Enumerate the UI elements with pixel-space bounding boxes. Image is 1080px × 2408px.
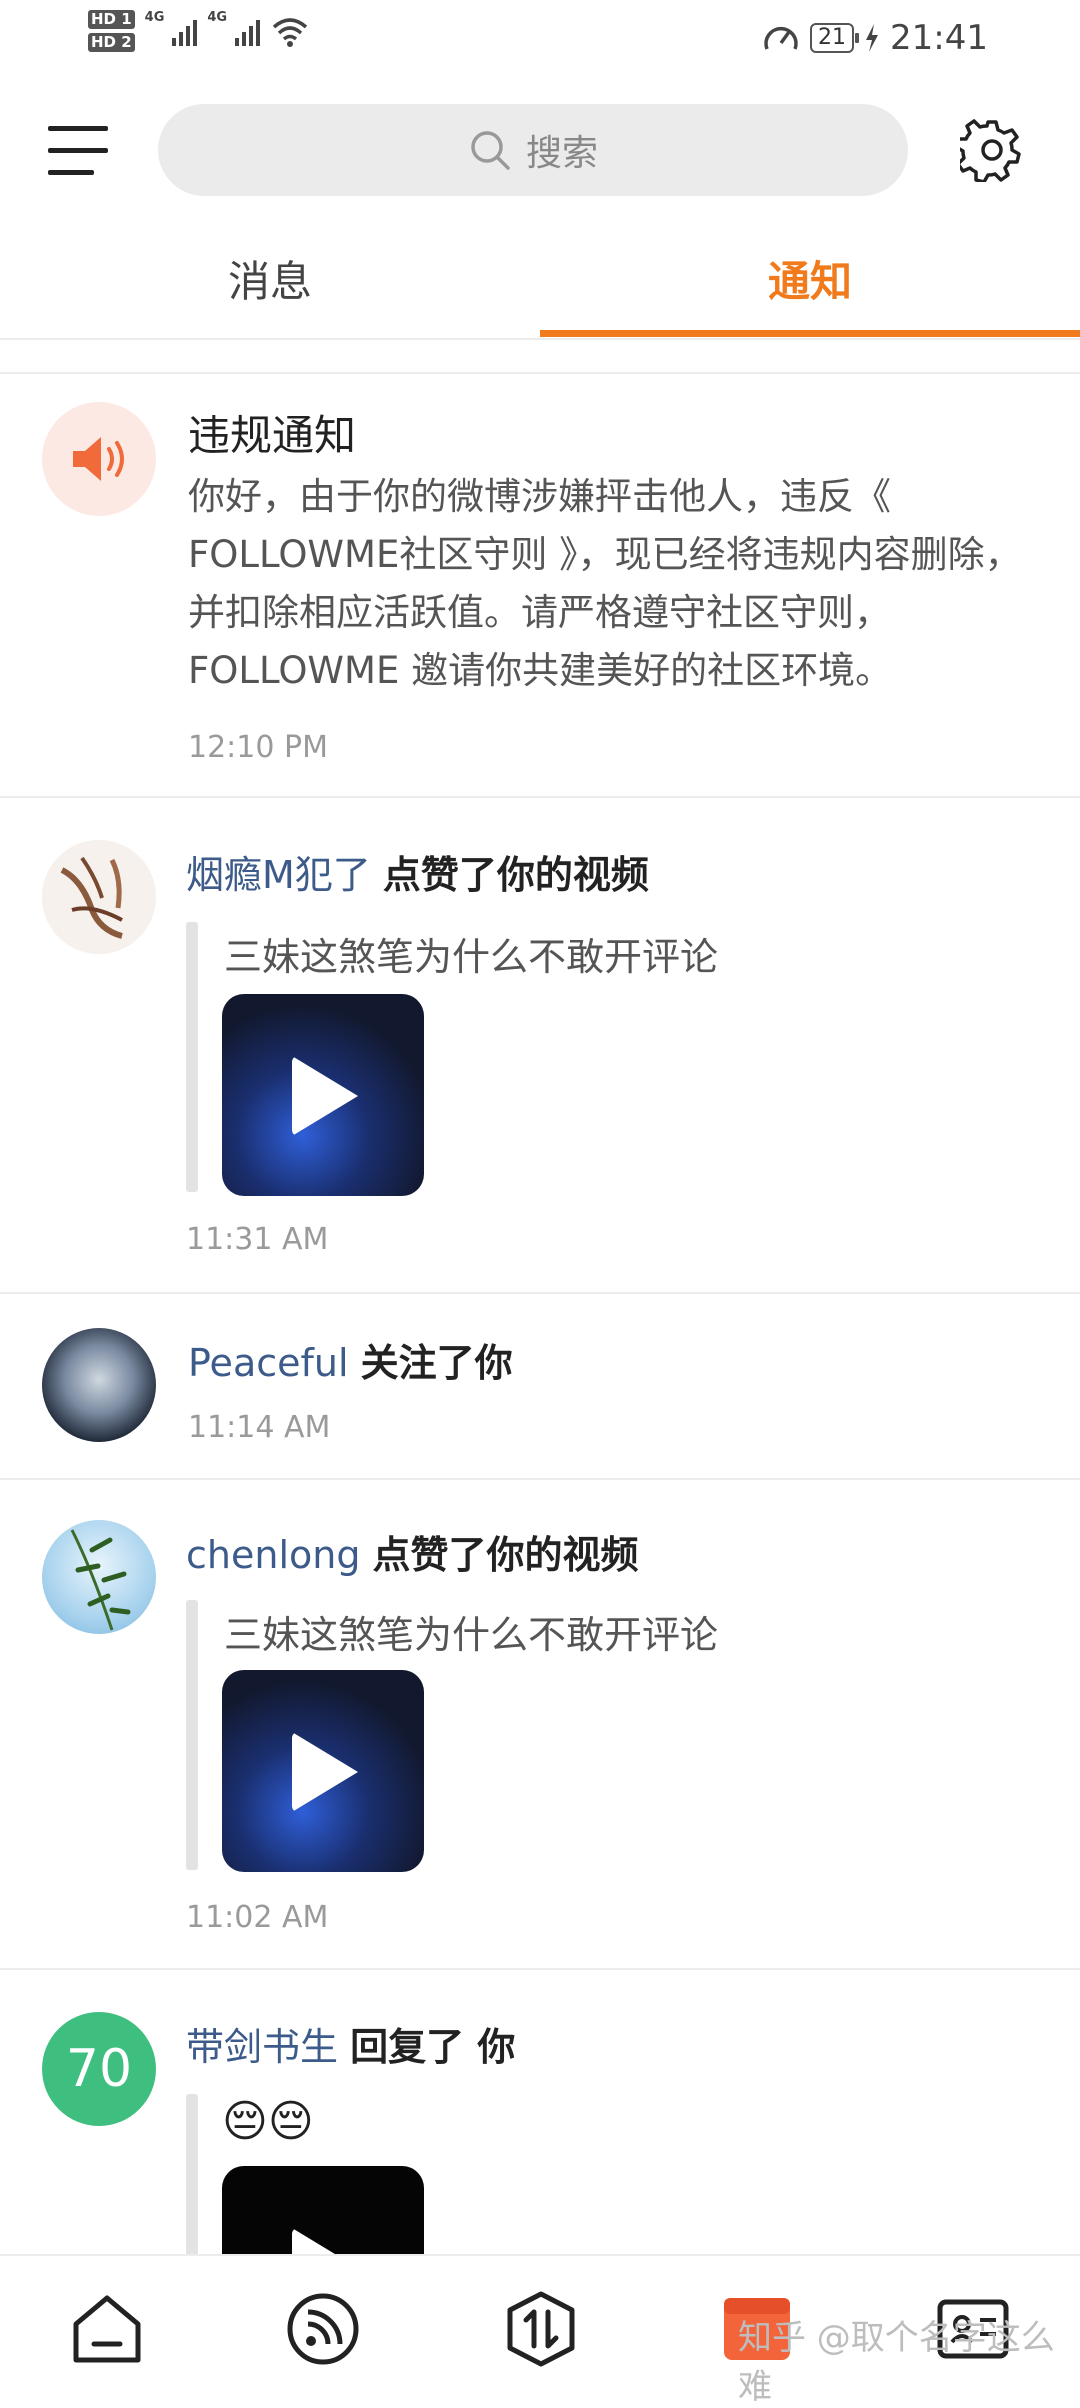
menu-button[interactable] bbox=[48, 122, 108, 178]
quoted-post-text: 三妹这煞笔为什么不敢开评论 bbox=[224, 935, 719, 979]
username-link[interactable]: Peaceful bbox=[188, 1341, 349, 1385]
play-icon bbox=[292, 1056, 358, 1136]
user-avatar[interactable] bbox=[42, 1520, 156, 1634]
video-thumbnail[interactable] bbox=[222, 994, 424, 1196]
action-text: 点赞了你的视频 bbox=[382, 853, 649, 897]
top-bar: 搜索 bbox=[0, 100, 1080, 200]
network-type-1: 4G bbox=[144, 10, 165, 25]
tab-messages[interactable]: 消息 bbox=[0, 230, 540, 334]
action-text: 关注了你 bbox=[360, 1341, 513, 1385]
action-text: 回复了 你 bbox=[350, 2025, 516, 2069]
status-bar: HD 1 HD 2 4G 4G 21 21:41 bbox=[0, 0, 1080, 80]
tab-notifications[interactable]: 通知 bbox=[540, 230, 1080, 334]
quote-bar bbox=[186, 1600, 198, 1870]
action-text: 点赞了你的视频 bbox=[372, 1533, 639, 1577]
timestamp: 11:02 AM bbox=[186, 1900, 329, 1935]
signal-bars-icon bbox=[172, 16, 198, 46]
user-avatar[interactable] bbox=[42, 840, 156, 954]
list-item-violation-notice[interactable]: 违规通知 你好，由于你的微博涉嫌抨击他人，违反《 FOLLOWME社区守则 》，… bbox=[0, 374, 1080, 796]
announcement-avatar bbox=[42, 402, 156, 516]
list-item-reply[interactable]: 70 带剑书生 回复了 你 😔😔 bbox=[0, 1970, 1080, 2254]
timestamp: 12:10 PM bbox=[188, 730, 328, 765]
notice-title: 违规通知 bbox=[188, 411, 357, 460]
play-icon bbox=[292, 2228, 358, 2254]
clock: 21:41 bbox=[890, 18, 988, 58]
avatar-image bbox=[42, 840, 156, 954]
quote-bar bbox=[186, 922, 198, 1192]
wifi-icon bbox=[272, 18, 308, 47]
play-icon bbox=[292, 1732, 358, 1812]
settings-gear-icon[interactable] bbox=[960, 118, 1024, 182]
search-input[interactable]: 搜索 bbox=[158, 104, 908, 196]
network-type-2: 4G bbox=[207, 10, 228, 25]
user-avatar[interactable] bbox=[42, 1328, 156, 1442]
timestamp: 11:31 AM bbox=[186, 1222, 329, 1257]
status-right: 21 21:41 bbox=[762, 18, 988, 58]
list-item-like[interactable]: chenlong 点赞了你的视频 三妹这煞笔为什么不敢开评论 11:02 AM bbox=[0, 1480, 1080, 1968]
charging-icon bbox=[866, 24, 879, 52]
notice-body: 你好，由于你的微博涉嫌抨击他人，违反《 FOLLOWME社区守则 》，现已经将违… bbox=[188, 475, 1022, 692]
sim1-label: HD 1 bbox=[88, 10, 135, 29]
username-link[interactable]: 带剑书生 bbox=[186, 2025, 338, 2069]
speed-gauge-icon bbox=[764, 26, 798, 50]
list-item-like[interactable]: 烟瘾M犯了 点赞了你的视频 三妹这煞笔为什么不敢开评论 11:31 AM bbox=[0, 798, 1080, 1292]
search-placeholder: 搜索 bbox=[525, 133, 598, 174]
list-item-follow[interactable]: Peaceful 关注了你 11:14 AM bbox=[0, 1294, 1080, 1478]
battery-indicator: 21 bbox=[810, 23, 860, 53]
quote-bar bbox=[186, 2094, 198, 2254]
timestamp: 11:14 AM bbox=[188, 1410, 331, 1445]
active-tab-indicator bbox=[540, 330, 1080, 337]
signal-indicators: HD 1 HD 2 4G 4G bbox=[88, 10, 310, 52]
reply-emoji: 😔😔 bbox=[222, 2096, 314, 2147]
quoted-post-text: 三妹这煞笔为什么不敢开评论 bbox=[224, 1613, 719, 1657]
sim2-label: HD 2 bbox=[88, 33, 135, 52]
notification-line: 带剑书生 回复了 你 bbox=[186, 2016, 515, 2071]
username-link[interactable]: 烟瘾M犯了 bbox=[186, 853, 371, 897]
notification-line: 烟瘾M犯了 点赞了你的视频 bbox=[186, 844, 649, 899]
menu-icon bbox=[48, 126, 108, 131]
tab-bar: 消息 通知 bbox=[0, 230, 1080, 340]
trade-icon[interactable] bbox=[502, 2290, 580, 2368]
video-thumbnail[interactable] bbox=[222, 1670, 424, 1872]
speaker-icon bbox=[73, 437, 124, 481]
search-icon bbox=[471, 131, 510, 170]
video-thumbnail[interactable] bbox=[222, 2166, 424, 2254]
user-avatar[interactable]: 70 bbox=[42, 2012, 156, 2126]
notification-line: Peaceful 关注了你 bbox=[188, 1332, 513, 1387]
signal-bars-icon bbox=[235, 16, 261, 46]
feed-icon[interactable] bbox=[284, 2290, 362, 2368]
home-icon[interactable] bbox=[68, 2290, 146, 2368]
username-link[interactable]: chenlong bbox=[186, 1533, 360, 1577]
avatar-image bbox=[70, 1529, 131, 1631]
notification-line: chenlong 点赞了你的视频 bbox=[186, 1524, 639, 1579]
watermark: 知乎 @取个名字这么难 bbox=[738, 2318, 1055, 2407]
